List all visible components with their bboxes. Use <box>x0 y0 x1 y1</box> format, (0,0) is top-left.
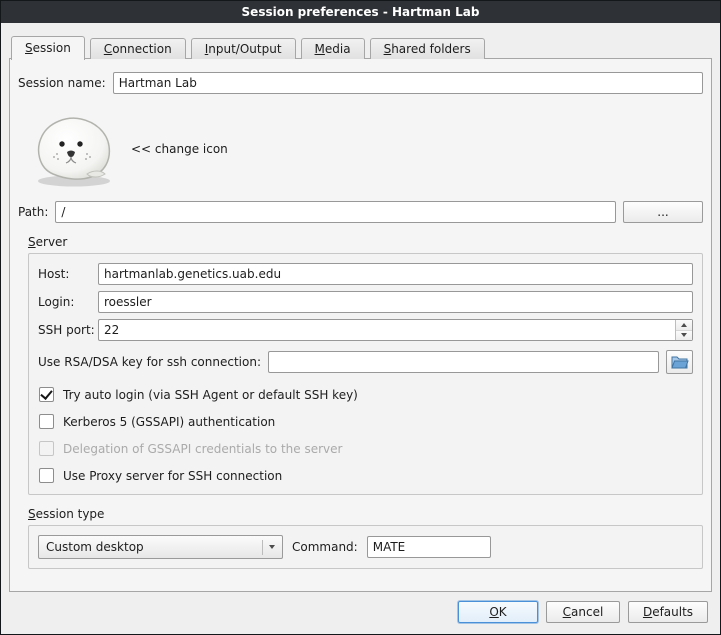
session-type-dropdown[interactable]: Custom desktop <box>38 535 283 559</box>
checkbox-row-kerberos[interactable]: Kerberos 5 (GSSAPI) authentication <box>39 414 693 429</box>
tab-connection[interactable]: Connection <box>90 38 186 59</box>
tab-session[interactable]: Session <box>11 36 85 60</box>
kerberos-label: Kerberos 5 (GSSAPI) authentication <box>63 415 275 429</box>
login-label: Login: <box>38 295 98 309</box>
command-input[interactable] <box>367 536 491 558</box>
gssapi-delegation-checkbox <box>39 441 54 456</box>
path-input[interactable] <box>55 201 616 223</box>
session-type-group: Session type Custom desktop Command: <box>28 507 703 569</box>
dropdown-separator <box>262 540 263 555</box>
ssh-port-label: SSH port: <box>38 323 98 337</box>
tab-input-output[interactable]: Input/Output <box>191 38 296 59</box>
server-group: Server Host: Login: SSH port: <box>28 235 703 495</box>
auto-login-label: Try auto login (via SSH Agent or default… <box>63 388 358 402</box>
auto-login-checkbox[interactable] <box>39 387 54 402</box>
command-label: Command: <box>292 540 358 554</box>
chevron-down-icon <box>269 545 275 549</box>
checkbox-row-gssapi-delegation: Delegation of GSSAPI credentials to the … <box>39 441 693 456</box>
path-browse-button[interactable]: ... <box>623 201 703 223</box>
path-label: Path: <box>18 205 48 219</box>
session-name-label: Session name: <box>18 76 106 90</box>
proxy-checkbox[interactable] <box>39 468 54 483</box>
rsa-key-browse-button[interactable] <box>666 350 693 374</box>
tab-shared-folders[interactable]: Shared folders <box>370 38 485 59</box>
checkbox-row-proxy[interactable]: Use Proxy server for SSH connection <box>39 468 693 483</box>
chevron-down-icon <box>681 333 687 337</box>
folder-open-icon <box>671 354 689 370</box>
session-tab-panel: Session name: <box>9 58 712 592</box>
checkbox-row-auto-login[interactable]: Try auto login (via SSH Agent or default… <box>39 387 693 402</box>
chevron-up-icon <box>681 323 687 327</box>
server-group-title: Server <box>28 235 67 249</box>
gssapi-delegation-label: Delegation of GSSAPI credentials to the … <box>63 442 342 456</box>
titlebar[interactable]: Session preferences - Hartman Lab <box>1 1 720 23</box>
ssh-port-decrement-button[interactable] <box>676 330 692 341</box>
ssh-port-spin-buttons <box>675 320 692 340</box>
defaults-button[interactable]: Defaults <box>628 601 708 623</box>
change-icon-label: << change icon <box>131 142 228 156</box>
session-type-group-frame: Custom desktop Command: <box>28 525 703 569</box>
host-input[interactable] <box>98 263 693 285</box>
cancel-button[interactable]: Cancel <box>546 601 620 623</box>
ssh-port-input[interactable] <box>98 319 693 341</box>
session-preferences-dialog: Session preferences - Hartman Lab Sessio… <box>0 0 721 635</box>
session-type-group-title: Session type <box>28 507 104 521</box>
session-type-selected: Custom desktop <box>46 540 258 554</box>
server-group-frame: Host: Login: SSH port: <box>28 253 703 495</box>
dialog-button-row: OK Cancel Defaults <box>9 601 712 623</box>
rsa-key-label: Use RSA/DSA key for ssh connection: <box>38 355 261 369</box>
ssh-port-stepper <box>98 319 693 341</box>
session-name-input[interactable] <box>113 72 703 94</box>
tab-media[interactable]: Media <box>301 38 365 59</box>
proxy-label: Use Proxy server for SSH connection <box>63 469 282 483</box>
rsa-key-input[interactable] <box>268 351 659 373</box>
dialog-body: Session Connection Input/Output Media Sh… <box>1 23 720 634</box>
host-label: Host: <box>38 267 98 281</box>
ok-button[interactable]: OK <box>458 601 538 623</box>
tab-bar: Session Connection Input/Output Media Sh… <box>9 35 712 59</box>
session-seal-icon[interactable] <box>29 110 117 188</box>
login-input[interactable] <box>98 291 693 313</box>
ssh-port-increment-button[interactable] <box>676 320 692 330</box>
window-title: Session preferences - Hartman Lab <box>242 5 480 19</box>
kerberos-checkbox[interactable] <box>39 414 54 429</box>
